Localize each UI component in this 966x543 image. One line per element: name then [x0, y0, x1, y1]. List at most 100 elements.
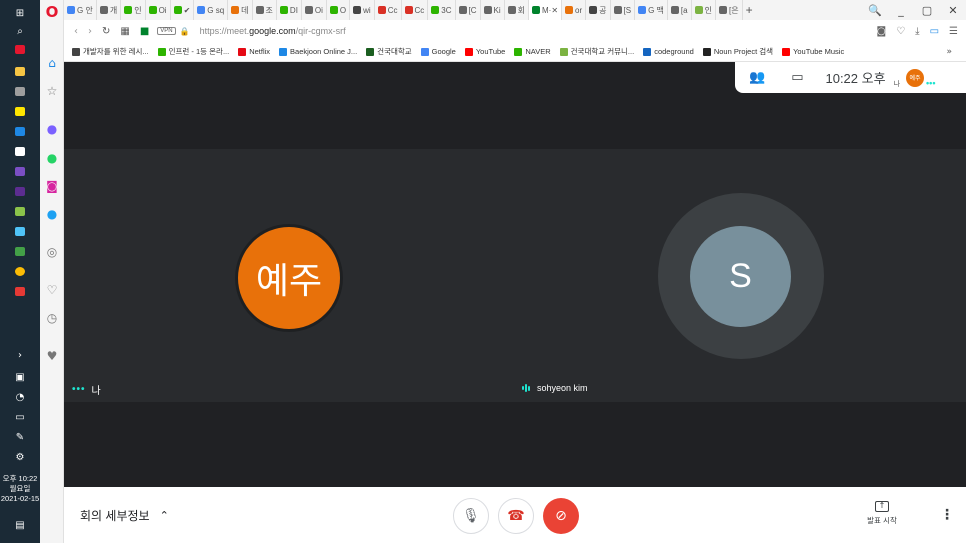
browser-tab[interactable]: 회 [505, 0, 530, 20]
browser-tab[interactable]: Ki [481, 0, 505, 20]
bookmark-item[interactable]: Noun Project 검색 [702, 46, 773, 57]
browser-tab[interactable]: wi [350, 0, 375, 20]
bookmarks-overflow-icon[interactable]: » [946, 47, 952, 57]
bookmark-item[interactable]: Netflix [238, 46, 270, 57]
wifi-icon[interactable]: ◔ [10, 390, 30, 404]
browser-tab[interactable]: 인 [121, 0, 146, 20]
reload-icon[interactable]: ↻ [102, 26, 110, 37]
messenger-icon[interactable]: ● [44, 121, 60, 137]
app-icon-2[interactable] [10, 124, 30, 138]
close-tab-icon[interactable]: ✕ [551, 6, 558, 15]
chat-icon[interactable]: ▭ [791, 70, 803, 85]
microphone-button[interactable]: 🎙 [453, 498, 489, 534]
browser-tab[interactable]: Cc [375, 0, 402, 20]
app-icon-3[interactable] [10, 144, 30, 158]
thumbnail-more-icon[interactable]: ••• [926, 78, 935, 88]
opera-taskbar-icon[interactable] [10, 42, 30, 56]
app-icon-4[interactable] [10, 204, 30, 218]
browser-tab[interactable]: 공 [586, 0, 611, 20]
bookmark-item[interactable]: YouTube Music [782, 46, 844, 57]
vscode-icon[interactable] [10, 184, 30, 198]
browser-tab[interactable]: Oi [302, 0, 327, 20]
heart-bookmark-icon[interactable]: ♡ [896, 26, 905, 37]
bookmark-item[interactable]: 개발자를 위한 레시... [72, 46, 149, 57]
more-options-icon[interactable]: ••• [72, 384, 86, 395]
chrome-icon[interactable] [10, 264, 30, 278]
browser-tab[interactable]: [S [611, 0, 636, 20]
more-options-button[interactable]: ⋮ [940, 507, 954, 523]
search-icon[interactable]: ⌕ [10, 24, 30, 38]
kakaotalk-icon[interactable] [10, 104, 30, 118]
file-explorer-icon[interactable] [10, 64, 30, 78]
player-icon[interactable]: ◎ [44, 244, 60, 260]
acrobat-icon[interactable] [10, 284, 30, 298]
chevron-up-icon[interactable]: › [10, 348, 30, 362]
browser-tab[interactable]: Oi [146, 0, 171, 20]
app-icon-6[interactable] [10, 244, 30, 258]
tab-search-icon[interactable]: 🔍 [862, 4, 888, 17]
browser-tab[interactable]: ✔ [171, 0, 195, 20]
self-thumbnail-avatar[interactable]: 예주 [906, 68, 925, 87]
history-icon[interactable]: ◷ [44, 310, 60, 326]
camera-icon[interactable]: ◙ [876, 26, 886, 37]
tabs-overview-icon[interactable]: ▦ [120, 26, 129, 37]
lock-icon[interactable]: 🔒 [180, 27, 190, 36]
present-now-button[interactable]: ↑ 발표 시작 [860, 501, 904, 526]
browser-tab[interactable]: [C [456, 0, 481, 20]
visual-studio-icon[interactable] [10, 164, 30, 178]
heart-icon[interactable]: ♡ [44, 282, 60, 298]
browser-tab[interactable]: G 맥 [635, 0, 668, 20]
browser-tab[interactable]: O [327, 0, 351, 20]
bookmark-item[interactable]: 인프런 - 1등 온라... [157, 46, 229, 57]
end-call-button[interactable]: ☎ [498, 498, 534, 534]
browser-tab[interactable]: Cc [402, 0, 429, 20]
minimize-icon[interactable]: _ [888, 4, 914, 17]
browser-tab[interactable]: or [562, 0, 587, 20]
meeting-details-button[interactable]: 회의 세부정보 ⌃ [80, 507, 169, 524]
browser-tab[interactable]: 개 [97, 0, 122, 20]
close-window-icon[interactable]: ✕ [940, 4, 966, 17]
tips-icon[interactable]: ♥ [44, 348, 60, 364]
browser-tab[interactable]: G sq [194, 0, 229, 20]
bookmark-item[interactable]: Baekjoon Online J... [279, 46, 357, 57]
notification-icon[interactable]: ▣ [10, 370, 30, 384]
easy-setup-icon[interactable]: ☰ [949, 26, 958, 37]
maximize-icon[interactable]: ▢ [914, 4, 940, 17]
browser-tab[interactable]: DI [277, 0, 302, 20]
forward-icon[interactable]: › [88, 26, 92, 37]
app-icon-1[interactable] [10, 84, 30, 98]
browser-tab[interactable]: [은 [716, 0, 743, 20]
url-field[interactable]: https://meet.google.com/qir-cgmx-srf [200, 26, 346, 36]
opera-logo-icon[interactable]: O [44, 3, 60, 21]
windows-start-icon[interactable]: ⊞ [10, 6, 30, 20]
browser-tab[interactable]: 인 [692, 0, 716, 20]
bookmark-item[interactable]: Google [420, 46, 456, 57]
download-icon[interactable]: ⤓ [915, 26, 919, 37]
battery-icon[interactable]: ▭ [10, 410, 30, 424]
settings-icon[interactable]: ⚙ [10, 450, 30, 464]
instagram-icon[interactable]: ◙ [44, 178, 60, 194]
battery-saver-icon[interactable]: ▭ [930, 26, 939, 37]
browser-tab[interactable]: 데 [228, 0, 253, 20]
bookmark-item[interactable]: NAVER [514, 46, 551, 57]
new-tab-button[interactable]: + [743, 0, 756, 20]
action-center-icon[interactable]: ▤ [10, 518, 30, 532]
bookmark-item[interactable]: YouTube [464, 46, 505, 57]
speed-dial-icon[interactable]: ☆ [44, 83, 60, 99]
app-icon-5[interactable] [10, 224, 30, 238]
browser-tab[interactable]: 3C [428, 0, 456, 20]
pen-icon[interactable]: ✎ [10, 430, 30, 444]
browser-tab[interactable]: M· ✕ [529, 0, 563, 20]
bookmark-item[interactable]: codeground [643, 46, 694, 57]
bookmark-item[interactable]: 건국대학교 커뮤니... [559, 46, 634, 57]
people-icon[interactable]: 👥 [749, 70, 765, 85]
browser-tab[interactable]: [a [668, 0, 692, 20]
camera-off-button[interactable]: ⊘ [543, 498, 579, 534]
browser-tab[interactable]: G 안 [64, 0, 97, 20]
bookmark-item[interactable]: 건국대학교 [366, 46, 412, 57]
home-icon[interactable]: ⌂ [44, 55, 60, 71]
back-icon[interactable]: ‹ [74, 26, 78, 37]
vpn-badge[interactable]: VPN [157, 27, 176, 35]
twitter-icon[interactable]: ● [44, 206, 60, 222]
whatsapp-icon[interactable]: ● [44, 150, 60, 166]
